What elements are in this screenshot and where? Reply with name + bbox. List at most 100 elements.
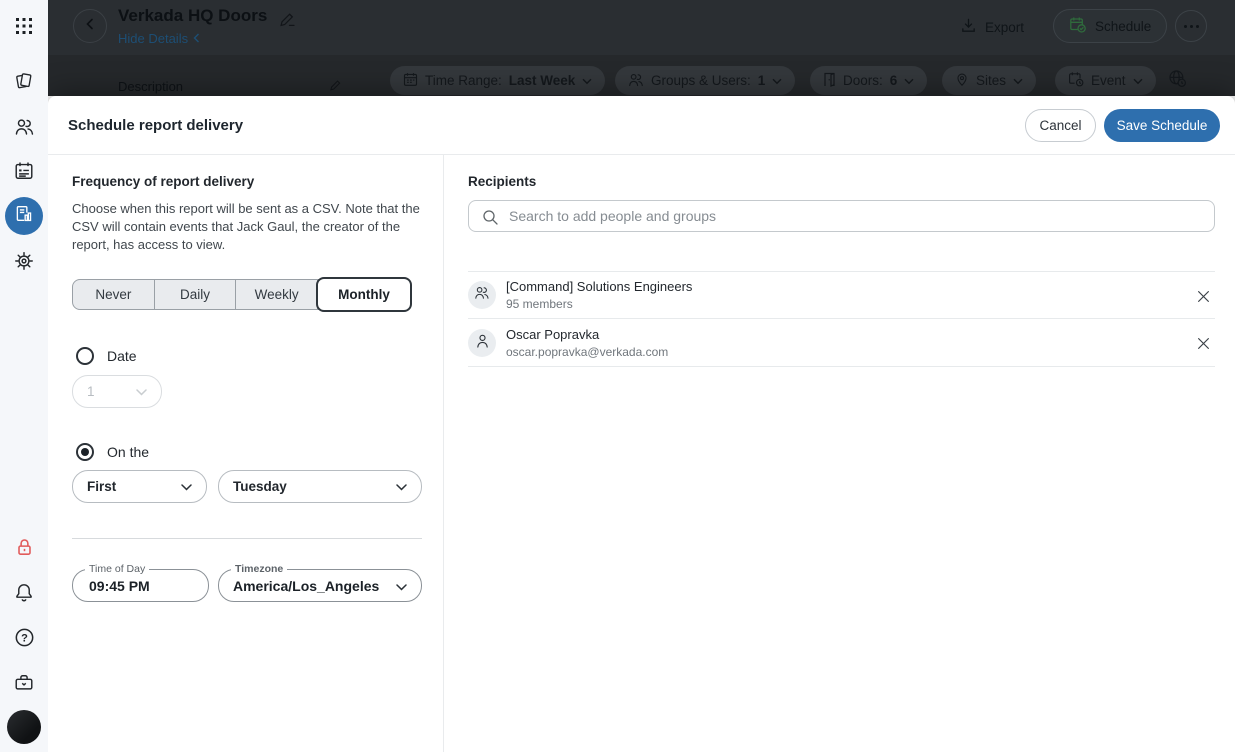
time-of-day-label: Time of Day [85,563,149,575]
timezone-value: America/Los_Angeles [233,578,379,594]
people-icon [628,72,644,90]
frequency-segmented-control: Never Daily Weekly Monthly [72,279,411,310]
chevron-down-icon [772,73,782,88]
filter-time-range[interactable]: Time Range: Last Week [390,66,605,95]
modal-title: Schedule report delivery [68,96,243,155]
filter-value: Last Week [509,73,576,88]
week-of-month-value: First [87,479,116,494]
description-label: Description [118,79,183,94]
back-button[interactable] [73,9,107,43]
export-label: Export [985,20,1024,35]
filter-label: Doors: [843,73,883,88]
day-of-week-select[interactable]: Tuesday [218,470,422,503]
sidebar-item-reports-active[interactable] [5,197,43,235]
filter-sites[interactable]: Sites [942,66,1036,95]
recipient-name: Oscar Popravka [506,327,668,342]
person-icon [475,333,490,353]
filter-doors[interactable]: Doors: 6 [810,66,927,95]
help-icon[interactable]: ? [12,625,36,649]
time-of-day-field[interactable]: Time of Day [72,569,209,602]
chevron-down-icon [904,73,914,88]
group-icon [474,285,490,305]
filter-value: 6 [890,73,898,88]
hide-details-link[interactable]: Hide Details [118,31,200,46]
app-sidebar: ? [0,0,48,752]
svg-text:?: ? [21,632,28,644]
edit-description-pencil-icon[interactable] [329,77,342,96]
recipients-heading: Recipients [468,174,536,189]
on-the-radio-option[interactable]: On the [76,443,149,461]
calendar-check-icon [1069,16,1087,37]
calendar-icon[interactable] [12,159,36,183]
on-the-radio-circle[interactable] [76,443,94,461]
schedule-report-modal: Schedule report delivery Cancel Save Sch… [48,96,1235,752]
back-chevron-icon [85,17,95,35]
apps-grid-icon[interactable] [12,14,36,38]
remove-recipient-button[interactable] [1195,335,1211,351]
date-radio-option[interactable]: Date [76,347,137,365]
export-button[interactable]: Export [960,17,1024,37]
recipient-row: Oscar Popravka oscar.popravka@verkada.co… [468,319,1215,367]
filter-label: Sites [976,73,1006,88]
section-divider [72,538,422,539]
date-radio-circle[interactable] [76,347,94,365]
frequency-option-daily[interactable]: Daily [155,280,237,309]
recipients-panel: Recipients [Command] Solutions Engineers… [445,155,1235,752]
recipient-texts: [Command] Solutions Engineers 95 members [506,279,692,311]
chevron-down-icon [396,578,407,594]
toolbox-icon[interactable] [12,670,36,694]
day-of-week-value: Tuesday [233,479,287,494]
remove-recipient-button[interactable] [1195,288,1211,304]
settings-gear-icon[interactable] [12,249,36,273]
people-icon[interactable] [12,114,36,138]
schedule-button[interactable]: Schedule [1053,9,1167,43]
group-avatar [468,281,496,309]
filter-groups-users[interactable]: Groups & Users: 1 [615,66,795,95]
filter-label: Groups & Users: [651,73,751,88]
user-avatar[interactable] [7,710,41,744]
modal-header: Schedule report delivery Cancel Save Sch… [48,96,1235,155]
search-icon [482,209,499,231]
frequency-description: Choose when this report will be sent as … [72,200,424,254]
timezone-select[interactable]: Timezone America/Los_Angeles [218,569,422,602]
background-page-header: Verkada HQ Doors Hide Details Descriptio… [48,0,1235,96]
cancel-button[interactable]: Cancel [1025,109,1096,142]
filter-event[interactable]: Event [1055,66,1156,95]
recipient-detail: 95 members [506,297,692,311]
recipients-search-input[interactable] [469,201,1214,231]
date-select: 1 [72,375,162,408]
filter-value: 1 [758,73,766,88]
save-schedule-button[interactable]: Save Schedule [1104,109,1220,142]
week-of-month-select[interactable]: First [72,470,207,503]
hide-details-chevron-icon [193,31,200,46]
download-icon [960,17,977,37]
frequency-heading: Frequency of report delivery [72,174,254,189]
date-select-value: 1 [87,384,95,399]
recipients-list: [Command] Solutions Engineers 95 members… [468,271,1215,367]
page-title: Verkada HQ Doors [118,6,267,26]
recipient-name: [Command] Solutions Engineers [506,279,692,294]
date-radio-label: Date [107,348,137,364]
chevron-down-icon [136,384,147,399]
schedule-label: Schedule [1095,19,1151,34]
badge-cards-icon[interactable] [12,69,36,93]
edit-title-pencil-icon[interactable] [279,9,295,32]
notifications-bell-icon[interactable] [12,580,36,604]
timezone-label: Timezone [231,563,287,575]
person-avatar [468,329,496,357]
frequency-option-never[interactable]: Never [73,280,155,309]
hide-details-label: Hide Details [118,31,188,46]
chevron-down-icon [396,479,407,494]
chevron-down-icon [181,479,192,494]
recipient-texts: Oscar Popravka oscar.popravka@verkada.co… [506,327,668,359]
calendar-clock-icon [1068,71,1084,90]
calendar-icon [403,72,418,90]
recipient-detail: oscar.popravka@verkada.com [506,345,668,359]
frequency-option-monthly[interactable]: Monthly [316,277,412,312]
lock-alert-icon[interactable] [12,535,36,559]
report-chart-icon [14,204,34,229]
more-options-button[interactable] [1175,10,1207,42]
frequency-option-weekly[interactable]: Weekly [236,280,318,309]
globe-clock-icon[interactable] [1168,69,1187,93]
filter-label: Time Range: [425,73,502,88]
